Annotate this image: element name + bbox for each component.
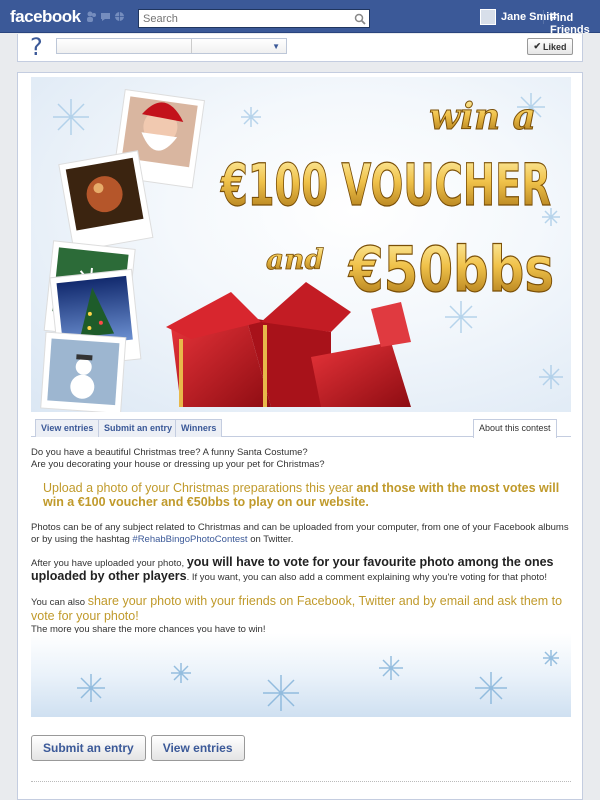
share-paragraph: You can also share your photo with your … bbox=[31, 594, 571, 624]
share-highlight: share your photo with your friends on Fa… bbox=[31, 594, 563, 623]
snowflake-footer-art bbox=[77, 650, 559, 711]
liked-button[interactable]: ✔ Liked bbox=[527, 38, 573, 55]
prize-highlight-plain: Upload a photo of your Christmas prepara… bbox=[43, 481, 357, 495]
messages-icon[interactable] bbox=[100, 10, 111, 23]
view-entries-button[interactable]: View entries bbox=[150, 735, 245, 761]
question-mark-icon: ? bbox=[30, 33, 43, 61]
selector-divider bbox=[191, 39, 192, 53]
facebook-logo[interactable]: facebook bbox=[10, 7, 81, 27]
notifications-globe-icon[interactable] bbox=[114, 10, 125, 23]
voting-paragraph: After you have uploaded your photo, you … bbox=[31, 556, 571, 584]
topbar-divider bbox=[543, 10, 544, 24]
friend-requests-icon[interactable] bbox=[86, 10, 97, 23]
snow-footer-decoration bbox=[31, 633, 571, 717]
search-box bbox=[138, 9, 370, 28]
bottom-divider bbox=[31, 781, 571, 782]
share-start: You can also bbox=[31, 597, 88, 608]
photo-subject-paragraph: Photos can be of any subject related to … bbox=[31, 522, 571, 546]
profile-link[interactable]: Jane Smith bbox=[480, 9, 560, 25]
chevron-down-icon: ▼ bbox=[272, 42, 280, 51]
tab-winners[interactable]: Winners bbox=[175, 419, 223, 437]
voucher-amount-text: €100 VOUCHER bbox=[220, 151, 551, 219]
page-header: ? ▼ ✔ Liked bbox=[17, 33, 583, 62]
check-icon: ✔ bbox=[533, 41, 542, 51]
polaroid-snowman bbox=[40, 331, 127, 412]
win-a-text: win a bbox=[429, 96, 536, 138]
action-buttons: Submit an entry View entries bbox=[31, 735, 245, 761]
submit-entry-button[interactable]: Submit an entry bbox=[31, 735, 146, 761]
photo-subject-end: on Twitter. bbox=[247, 534, 294, 545]
tab-submit-entry[interactable]: Submit an entry bbox=[98, 419, 179, 437]
banner-artwork: win a €100 VOUCHER and €50bbs bbox=[40, 88, 563, 412]
intro-line-1: Do you have a beautiful Christmas tree? … bbox=[31, 447, 308, 458]
bbs-amount-text: €50bbs bbox=[347, 233, 554, 306]
search-icon[interactable] bbox=[353, 12, 367, 26]
avatar bbox=[480, 9, 496, 25]
contest-banner: win a €100 VOUCHER and €50bbs bbox=[31, 77, 571, 412]
hashtag-link[interactable]: #RehabBingoPhotoContest bbox=[132, 534, 247, 545]
find-friends-link[interactable]: Find Friends bbox=[550, 12, 600, 36]
polaroid-ornament bbox=[58, 150, 154, 252]
search-input[interactable] bbox=[139, 10, 349, 27]
contest-description: Do you have a beautiful Christmas tree? … bbox=[31, 447, 571, 636]
notification-jewels bbox=[86, 10, 125, 23]
voting-start: After you have uploaded your photo, bbox=[31, 558, 187, 569]
contest-tabs: View entries Submit an entry Winners Abo… bbox=[31, 419, 571, 438]
app-content-card: win a €100 VOUCHER and €50bbs View entri… bbox=[17, 72, 583, 800]
tab-about-contest[interactable]: About this contest bbox=[473, 419, 557, 438]
intro-line-2: Are you decorating your house or dressin… bbox=[31, 459, 325, 470]
tab-view-entries[interactable]: View entries bbox=[35, 419, 100, 437]
liked-label: Liked bbox=[543, 41, 567, 52]
app-tab-selector[interactable]: ▼ bbox=[56, 38, 287, 54]
facebook-top-bar: facebook Jane Smith Find Friends bbox=[0, 0, 600, 36]
prize-highlight: Upload a photo of your Christmas prepara… bbox=[43, 481, 571, 509]
and-text: and bbox=[266, 243, 324, 276]
photo-subject-text: Photos can be of any subject related to … bbox=[31, 522, 569, 545]
voting-end: . If you want, you can also add a commen… bbox=[186, 572, 547, 583]
